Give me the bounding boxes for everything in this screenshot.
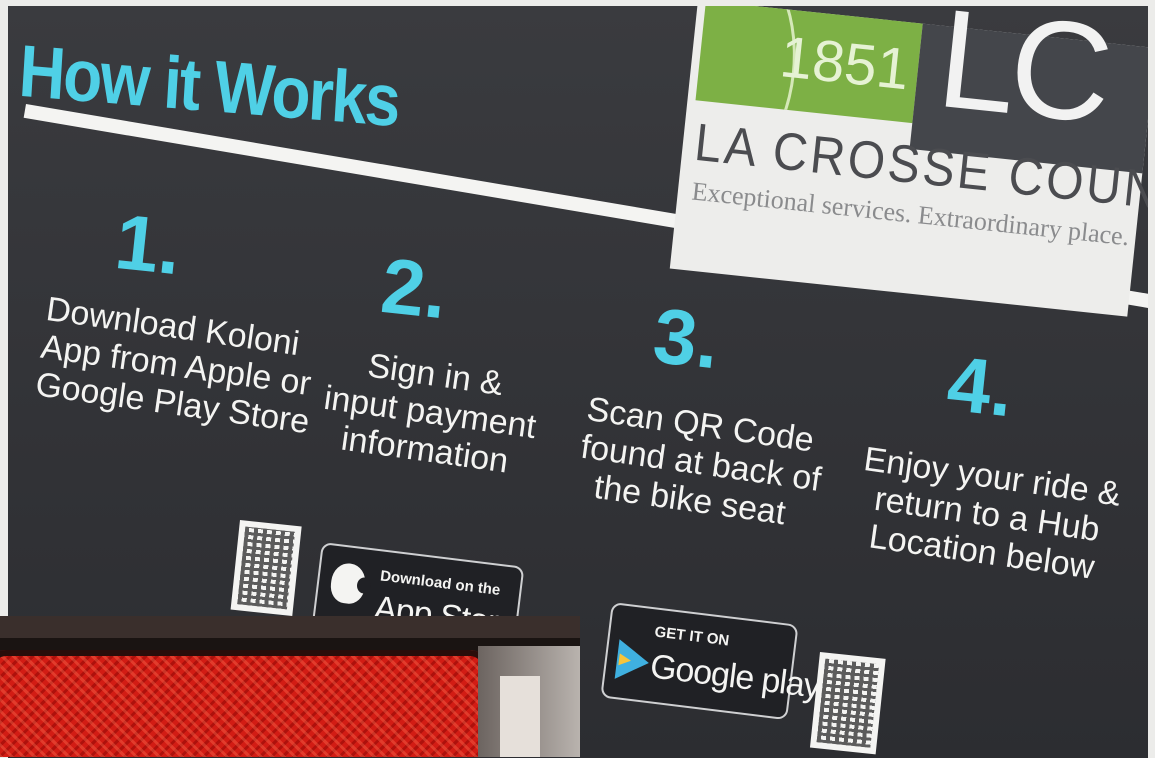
metal-bracket — [500, 676, 540, 757]
google-play-big-text: Google play — [648, 647, 822, 706]
step-4-text: Enjoy your ride & return to a Hub Locati… — [845, 439, 1128, 590]
county-logo: 1851 LC LA CROSSE COUNTY Exceptional ser… — [669, 6, 1148, 317]
bike-reflector-photo — [0, 616, 580, 757]
step-3-text: Scan QR Code found at back of the bike s… — [573, 390, 824, 535]
reflector-mount-bar — [0, 616, 580, 638]
step-1-text: Download Koloni App from Apple or Google… — [33, 290, 313, 441]
qr-code-apple — [230, 520, 302, 616]
step-2-text: Sign in & input payment information — [313, 341, 547, 485]
apple-icon — [328, 561, 368, 606]
qr-code-google — [809, 652, 886, 755]
red-reflector — [0, 650, 488, 757]
step-1-number: 1. — [111, 197, 186, 292]
logo-green-block: 1851 — [695, 6, 923, 124]
logo-year: 1851 — [777, 24, 913, 103]
step-3-number: 3. — [649, 291, 724, 386]
google-play-badge: GET IT ON Google play — [600, 602, 822, 721]
google-play-icon — [614, 639, 652, 683]
google-play-small-text: GET IT ON — [653, 623, 731, 650]
step-2-number: 2. — [377, 241, 452, 336]
step-4-number: 4. — [943, 339, 1018, 434]
logo-monogram: LC — [931, 6, 1114, 153]
